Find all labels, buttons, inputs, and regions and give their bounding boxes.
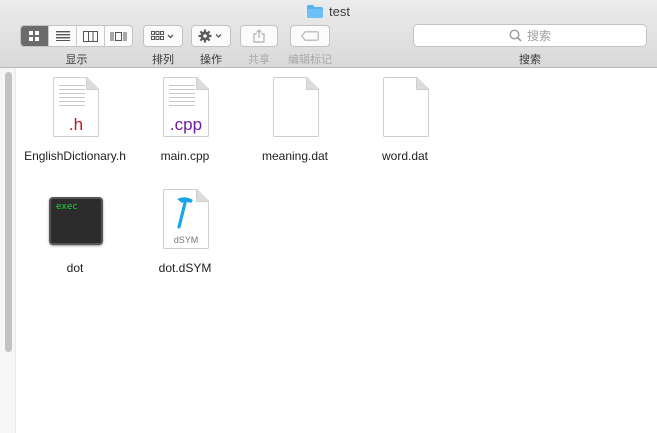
action-label: 操作 [200, 54, 222, 66]
icon-view-button[interactable] [21, 26, 49, 46]
gear-icon [198, 29, 222, 43]
column-view-button[interactable] [77, 26, 105, 46]
file-name: meaning.dat [261, 149, 329, 163]
list-icon [55, 31, 70, 41]
blank-document-icon [265, 77, 325, 141]
file-extension: .h [68, 115, 84, 134]
share-button[interactable] [240, 25, 278, 47]
blank-document-icon [375, 77, 435, 141]
file-name: dot.dSYM [158, 261, 212, 275]
list-view-button[interactable] [49, 26, 77, 46]
dsym-bundle-icon: dSYM [155, 189, 215, 253]
arrange-button[interactable] [143, 25, 183, 47]
window-title: test [0, 4, 657, 19]
view-label: 显示 [65, 54, 88, 66]
arrange-grid-icon [151, 31, 174, 40]
search-field[interactable]: 搜索 [413, 24, 647, 47]
search-label: 搜索 [519, 54, 541, 66]
share-label: 共享 [248, 54, 270, 66]
window-title-text: test [329, 4, 350, 19]
file-name: word.dat [381, 149, 429, 163]
file-item[interactable]: .cpp main.cpp [130, 77, 240, 164]
file-item[interactable]: dSYM dot.dSYM [130, 189, 240, 276]
toolbar: test 显示 排列 操作 共享 编辑标记 搜索 搜索 [0, 0, 657, 68]
file-name: main.cpp [160, 149, 210, 163]
edit-tags-label: 编辑标记 [288, 54, 332, 66]
share-icon [253, 29, 265, 43]
scrollbar[interactable] [0, 68, 16, 433]
scrollbar-thumb[interactable] [5, 72, 12, 352]
gallery-icon [110, 31, 127, 41]
gallery-view-button[interactable] [105, 26, 132, 46]
columns-icon [83, 30, 98, 42]
dsym-badge: dSYM [173, 235, 199, 245]
hammer-icon [177, 197, 193, 229]
cpp-file-icon: .cpp [155, 77, 215, 141]
grid-icon [29, 30, 39, 41]
file-item[interactable]: exec dot [20, 189, 130, 276]
file-item[interactable]: word.dat [350, 77, 460, 164]
finder-window: test 显示 排列 操作 共享 编辑标记 搜索 搜索 .h EnglishDi… [0, 0, 657, 433]
header-file-icon: .h [45, 77, 105, 141]
edit-tags-button[interactable] [290, 25, 330, 47]
search-placeholder: 搜索 [526, 29, 551, 43]
view-mode-segmented-control[interactable] [20, 25, 133, 47]
arrange-label: 排列 [152, 54, 174, 66]
folder-icon [307, 5, 324, 18]
exec-badge: exec [56, 202, 78, 212]
file-extension: .cpp [169, 115, 203, 134]
file-area[interactable]: .h EnglishDictionary.h .cpp main.cpp mea… [0, 68, 657, 433]
file-item[interactable]: meaning.dat [240, 77, 350, 164]
file-name: dot [66, 261, 84, 275]
file-item[interactable]: .h EnglishDictionary.h [20, 77, 130, 164]
file-name: EnglishDictionary.h [24, 149, 126, 163]
terminal-exec-icon: exec [45, 189, 105, 253]
tag-icon [301, 31, 319, 41]
action-button[interactable] [191, 25, 231, 47]
search-icon [509, 29, 522, 42]
